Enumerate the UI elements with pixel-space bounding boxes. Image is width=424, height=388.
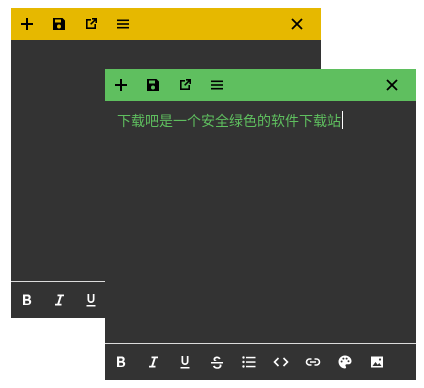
insert-image-button[interactable] [361, 344, 393, 380]
add-icon [21, 18, 33, 30]
save-icon [53, 18, 65, 30]
palette-icon [338, 355, 352, 369]
note-editor[interactable]: 下载吧是一个安全绿色的软件下载站 [105, 101, 416, 344]
strikethrough-icon [211, 356, 223, 369]
code-button[interactable] [265, 344, 297, 380]
link-icon [305, 358, 321, 366]
underline-icon [180, 356, 190, 369]
open-external-button[interactable] [75, 8, 107, 40]
close-icon [291, 18, 303, 30]
image-icon [371, 356, 383, 368]
save-button[interactable] [43, 8, 75, 40]
open-external-icon [86, 18, 97, 29]
underline-button[interactable] [169, 344, 201, 380]
menu-button[interactable] [201, 69, 233, 101]
text-color-button[interactable] [329, 344, 361, 380]
close-button[interactable] [281, 8, 313, 40]
bold-icon [117, 356, 126, 367]
new-note-button[interactable] [11, 8, 43, 40]
format-toolbar [105, 343, 416, 380]
menu-button[interactable] [107, 8, 139, 40]
bold-button[interactable] [11, 282, 43, 318]
text-cursor [342, 111, 343, 129]
note-titlebar[interactable] [11, 8, 321, 40]
bulleted-list-icon [242, 356, 256, 368]
bold-icon [23, 294, 32, 305]
new-note-button[interactable] [105, 69, 137, 101]
strikethrough-button[interactable] [201, 344, 233, 380]
italic-icon [149, 356, 158, 368]
italic-icon [55, 294, 64, 306]
open-external-button[interactable] [169, 69, 201, 101]
save-icon [147, 79, 159, 91]
close-icon [386, 79, 398, 91]
underline-icon [86, 294, 96, 307]
link-button[interactable] [297, 344, 329, 380]
menu-icon [211, 80, 223, 90]
note-content: 下载吧是一个安全绿色的软件下载站 [117, 114, 341, 130]
underline-button[interactable] [75, 282, 107, 318]
note-text[interactable]: 下载吧是一个安全绿色的软件下载站 [117, 111, 343, 133]
bulleted-list-button[interactable] [233, 344, 265, 380]
sticky-note-green[interactable]: 下载吧是一个安全绿色的软件下载站 [105, 69, 416, 380]
close-button[interactable] [376, 69, 408, 101]
open-external-icon [180, 79, 191, 90]
italic-button[interactable] [137, 344, 169, 380]
note-titlebar[interactable] [105, 69, 416, 101]
bold-button[interactable] [105, 344, 137, 380]
italic-button[interactable] [43, 282, 75, 318]
code-icon [273, 357, 289, 367]
save-button[interactable] [137, 69, 169, 101]
add-icon [115, 79, 127, 91]
menu-icon [117, 19, 129, 29]
